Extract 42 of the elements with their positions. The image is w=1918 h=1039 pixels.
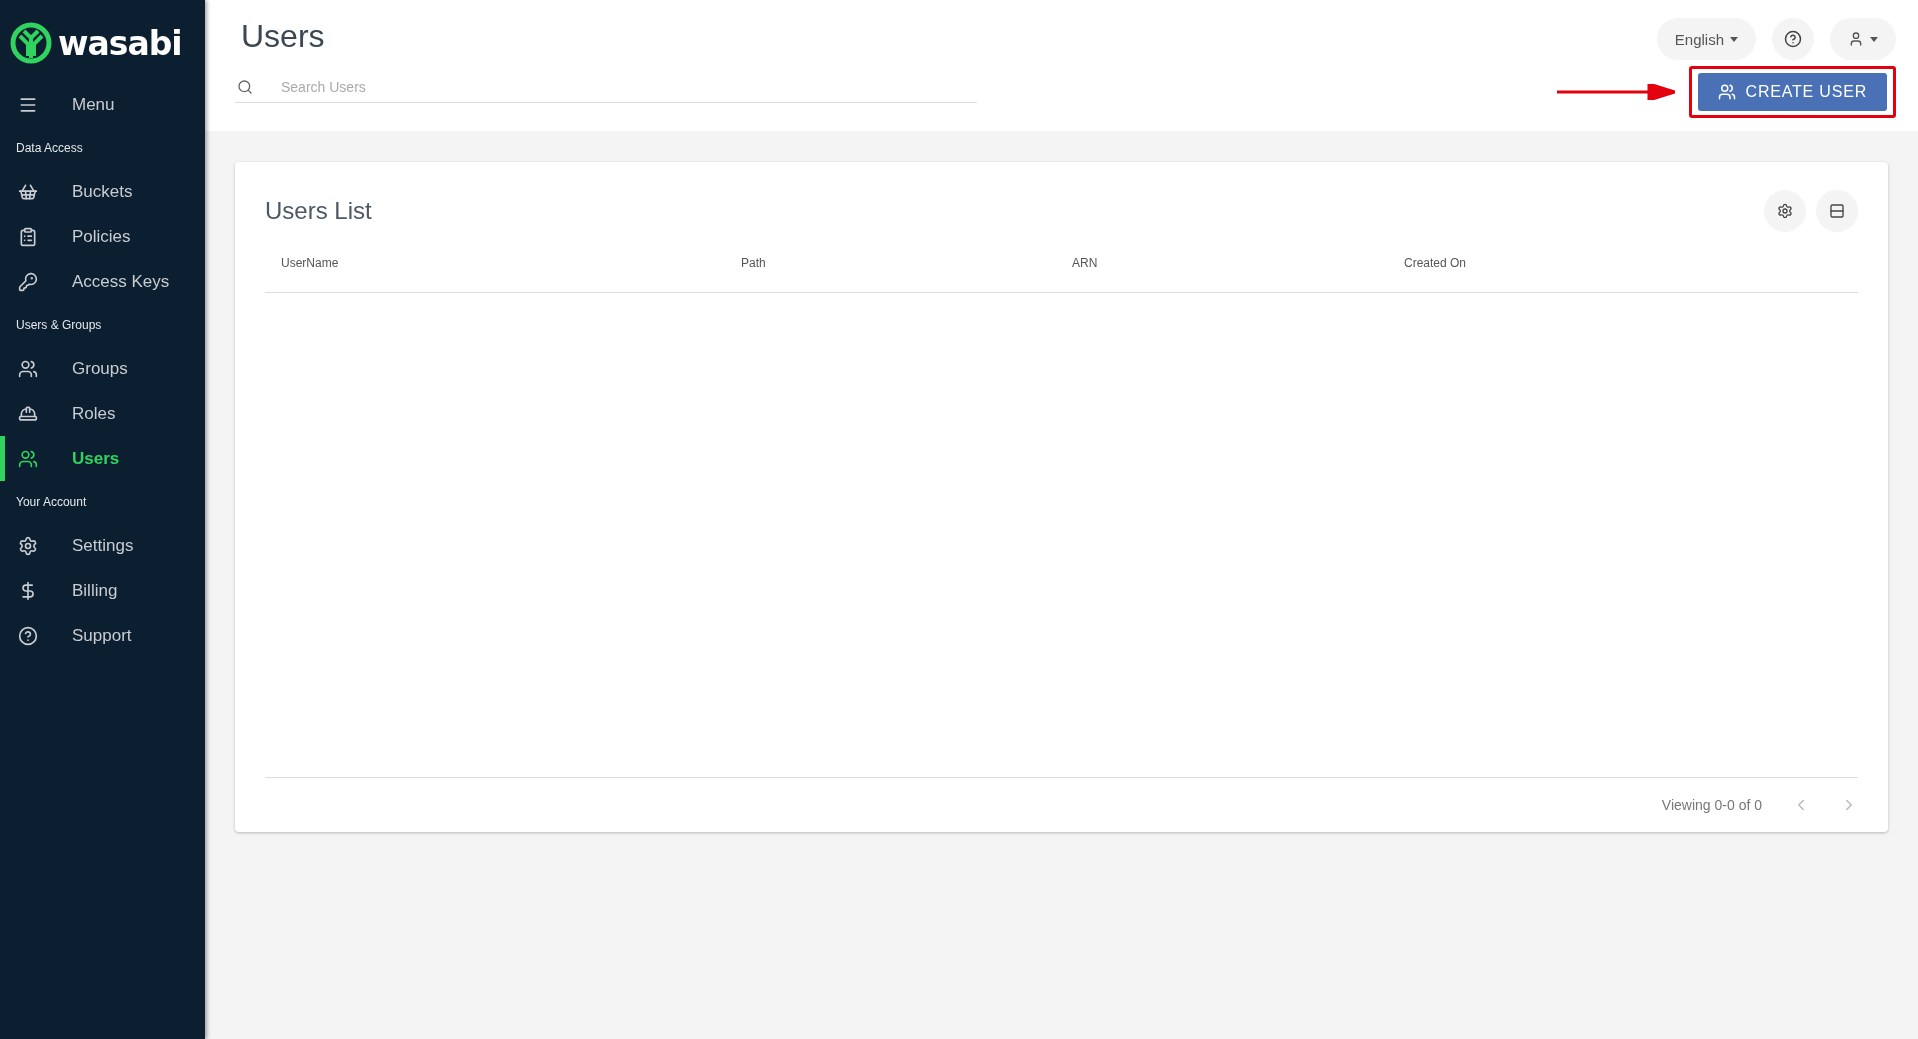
sidebar-item[interactable]: Users <box>0 436 205 481</box>
language-dropdown[interactable]: English <box>1656 18 1756 60</box>
account-menu-button[interactable] <box>1830 18 1896 60</box>
help-button[interactable] <box>1772 18 1814 60</box>
column-header: Path <box>741 256 767 270</box>
settings-icon <box>1777 203 1793 219</box>
help-icon <box>1784 30 1802 48</box>
logo-icon <box>10 22 52 64</box>
users-icon <box>1717 83 1736 101</box>
pagination-label: Viewing 0-0 of 0 <box>1661 797 1762 813</box>
sidebar-item[interactable]: Roles <box>0 391 205 436</box>
bucket-icon <box>18 181 38 202</box>
column-header: ARN <box>1072 256 1099 270</box>
columns-icon <box>1829 203 1845 219</box>
columns-button[interactable] <box>1816 190 1858 232</box>
user-icon <box>1848 31 1864 47</box>
sidebar-item[interactable]: Groups <box>0 346 205 391</box>
logo-text: wasabi <box>58 23 182 63</box>
sidebar-item[interactable]: Settings <box>0 523 205 568</box>
clipboard-icon <box>18 226 38 247</box>
sidebar-item[interactable]: Policies <box>0 214 205 259</box>
sidebar-item[interactable]: Buckets <box>0 169 205 214</box>
help-icon <box>18 625 38 646</box>
page-title: Users <box>241 18 326 55</box>
sidebar-item[interactable]: Billing <box>0 568 205 613</box>
create-user-button[interactable]: CREATE USER <box>1697 73 1887 111</box>
key-icon <box>18 271 38 292</box>
sidebar-item[interactable]: Support <box>0 613 205 658</box>
search-icon <box>237 79 253 95</box>
column-header: Created On <box>1404 256 1468 270</box>
settings-icon <box>18 535 38 556</box>
section-label: Data Access <box>15 140 84 157</box>
group-icon <box>18 358 38 379</box>
sidebar-item[interactable]: Access Keys <box>0 259 205 304</box>
settings-button[interactable] <box>1764 190 1806 232</box>
column-header: UserName <box>281 256 340 270</box>
search-field[interactable]: Search Users <box>235 71 977 103</box>
users-icon <box>18 448 38 469</box>
section-label: Users & Groups <box>15 317 103 334</box>
section-label: Your Account <box>15 494 88 511</box>
menu-toggle[interactable]: Menu <box>0 82 205 127</box>
card-title: Users List <box>265 197 372 225</box>
